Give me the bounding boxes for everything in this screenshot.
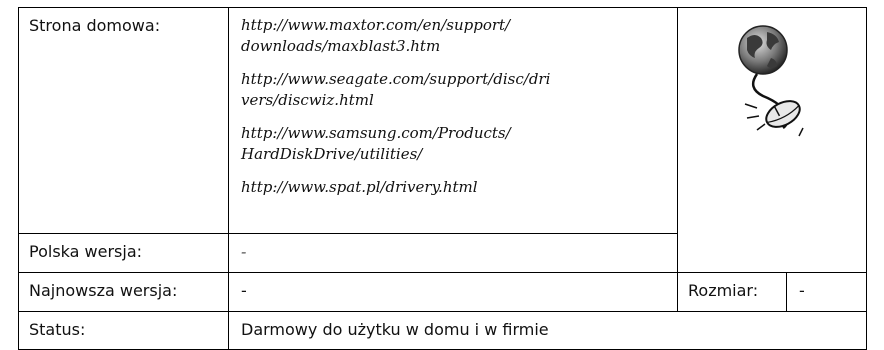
url-samsung[interactable]: http://www.samsung.com/Products/ HardDis… (241, 123, 669, 165)
url-seagate-line1: http://www.seagate.com/support/disc/dri (241, 70, 551, 88)
url-maxtor[interactable]: http://www.maxtor.com/en/support/ downlo… (241, 15, 669, 57)
size-value: - (786, 272, 867, 312)
url-maxtor-line1: http://www.maxtor.com/en/support/ (241, 16, 511, 34)
url-spat-line1: http://www.spat.pl/drivery.html (241, 178, 478, 196)
status-label: Status: (18, 311, 229, 350)
program-info-table: Strona domowa: http://www.maxtor.com/en/… (18, 7, 867, 350)
url-maxtor-line2: downloads/maxblast3.htm (241, 37, 441, 55)
latest-version-value: - (228, 272, 678, 312)
homepage-row: Strona domowa: http://www.maxtor.com/en/… (18, 7, 867, 273)
homepage-label: Strona domowa: (18, 7, 229, 234)
url-seagate[interactable]: http://www.seagate.com/support/disc/dri … (241, 69, 669, 111)
url-spat[interactable]: http://www.spat.pl/drivery.html (241, 177, 669, 198)
latest-version-row: Najnowsza wersja: - Rozmiar: - (18, 272, 867, 312)
url-samsung-line1: http://www.samsung.com/Products/ (241, 124, 511, 142)
status-value: Darmowy do użytku w domu i w firmie (228, 311, 867, 350)
url-samsung-line2: HardDiskDrive/utilities/ (241, 145, 423, 163)
size-label: Rozmiar: (677, 272, 787, 312)
homepage-urls: http://www.maxtor.com/en/support/ downlo… (228, 7, 678, 234)
latest-version-label: Najnowsza wersja: (18, 272, 229, 312)
globe-mouse-icon (738, 25, 804, 137)
status-row: Status: Darmowy do użytku w domu i w fir… (18, 311, 867, 350)
icon-cell (677, 7, 867, 273)
polish-version-value: - (228, 233, 678, 273)
polish-version-label: Polska wersja: (18, 233, 229, 273)
url-seagate-line2: vers/discwiz.html (241, 91, 374, 109)
